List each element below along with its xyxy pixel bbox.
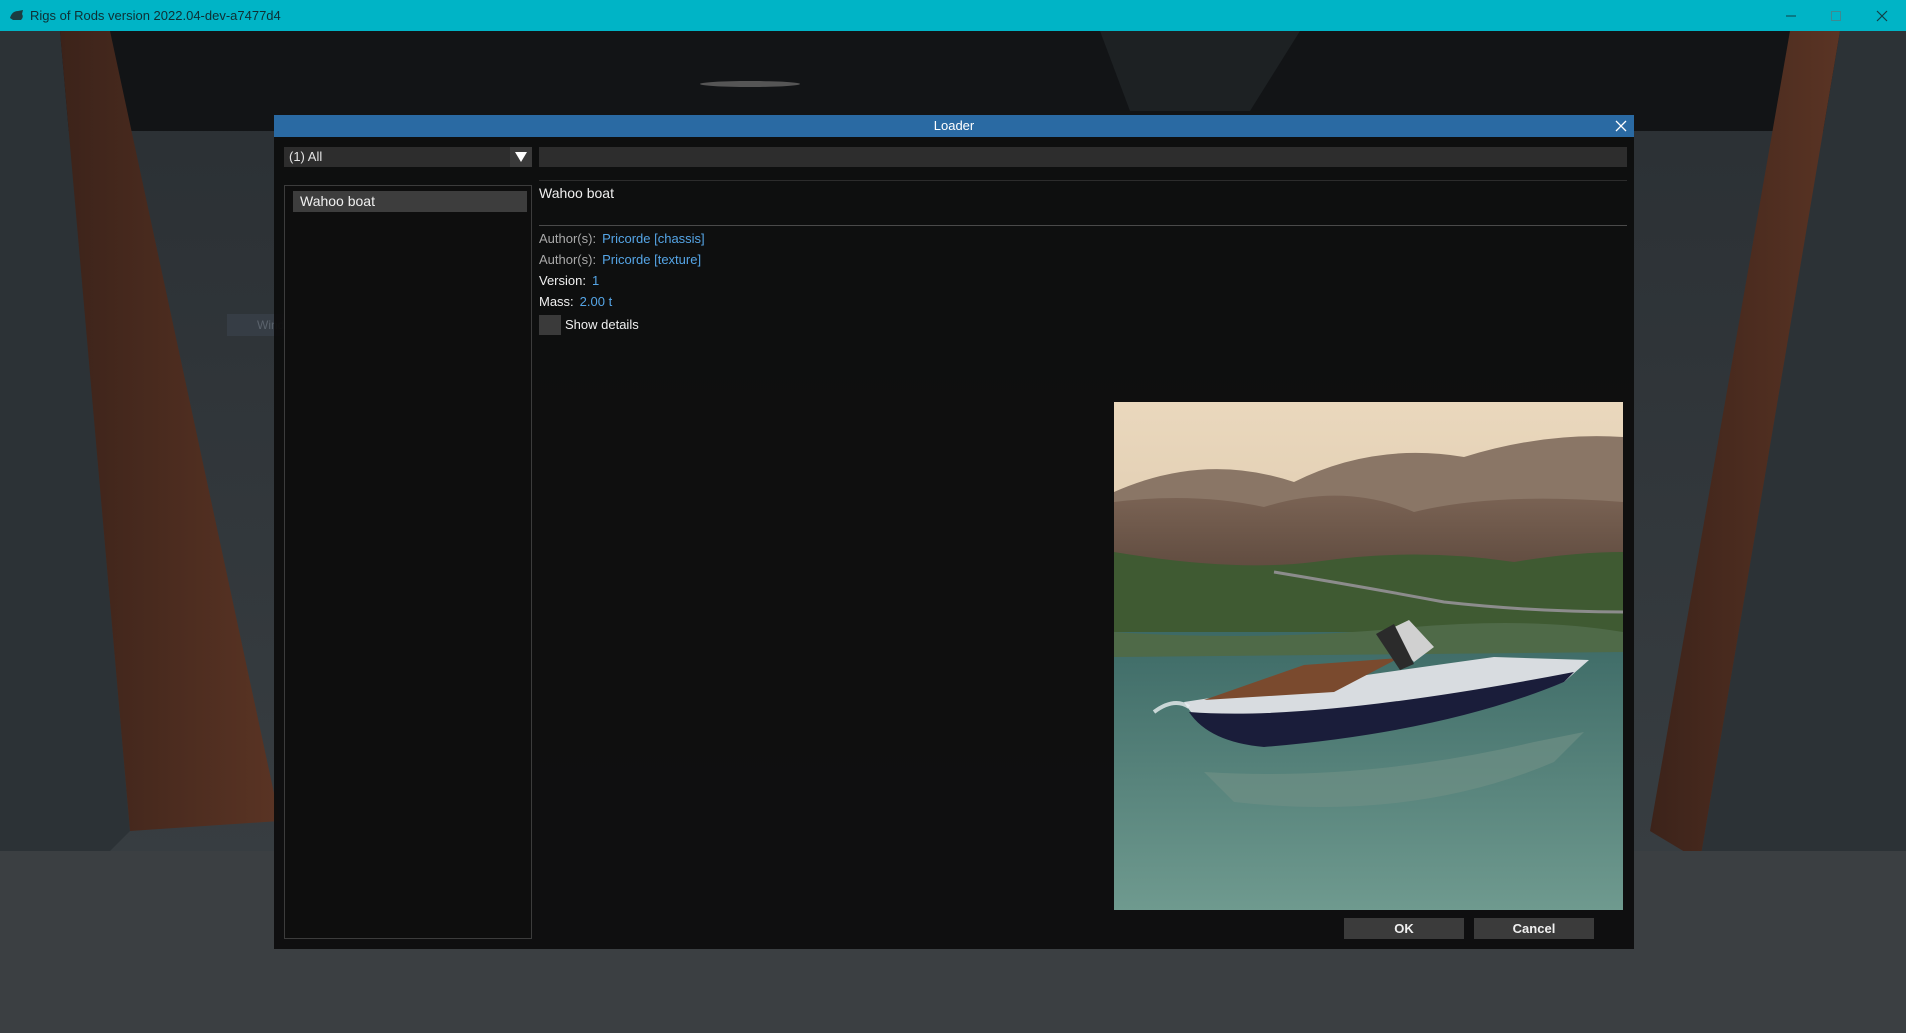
mass-row: Mass: 2.00 t [539,294,612,309]
boat-preview-picture [1114,402,1623,910]
top-divider [539,180,1627,181]
maximize-icon [1831,11,1841,21]
ror-logo-icon [10,10,23,20]
list-item[interactable]: Wahoo boat [293,191,527,212]
version-label: Version: [539,273,586,288]
dropdown-toggle[interactable] [510,147,532,167]
entry-list[interactable]: Wahoo boat [284,185,532,939]
ok-button[interactable]: OK [1344,918,1464,939]
close-window-button[interactable] [1859,0,1905,31]
mass-label: Mass: [539,294,574,309]
triangle-down-icon [515,152,527,162]
author-label: Author(s): [539,252,597,267]
category-selected: (1) All [289,149,323,164]
close-icon [1615,120,1627,132]
category-dropdown[interactable]: (1) All [284,147,532,167]
app-titlebar: Rigs of Rods version 2022.04-dev-a7477d4 [0,0,1906,31]
author-row: Author(s): Pricorde [texture] [539,252,701,267]
preview-image [1114,402,1623,910]
version-row: Version: 1 [539,273,599,288]
version-value: 1 [591,273,600,288]
author-value: Pricorde [chassis] [602,231,705,246]
show-details-label: Show details [565,317,639,332]
author-label: Author(s): [539,231,597,246]
cancel-button[interactable]: Cancel [1474,918,1594,939]
minimize-icon [1786,15,1796,17]
close-icon [1876,10,1888,22]
details-divider [539,225,1627,226]
loader-close-button[interactable] [1612,117,1630,135]
author-value: Pricorde [texture] [602,252,702,267]
show-details-checkbox[interactable] [539,315,561,335]
author-row: Author(s): Pricorde [chassis] [539,231,705,246]
search-input[interactable] [539,147,1627,167]
maximize-button[interactable] [1813,0,1859,31]
mass-value: 2.00 t [579,294,613,309]
entry-title: Wahoo boat [539,185,614,201]
loader-title: Loader [933,118,975,133]
minimize-button[interactable] [1768,0,1814,31]
loader-dialog: Loader (1) All Wahoo boat Wahoo boat Aut… [274,115,1634,949]
app-title: Rigs of Rods version 2022.04-dev-a7477d4 [30,8,281,23]
